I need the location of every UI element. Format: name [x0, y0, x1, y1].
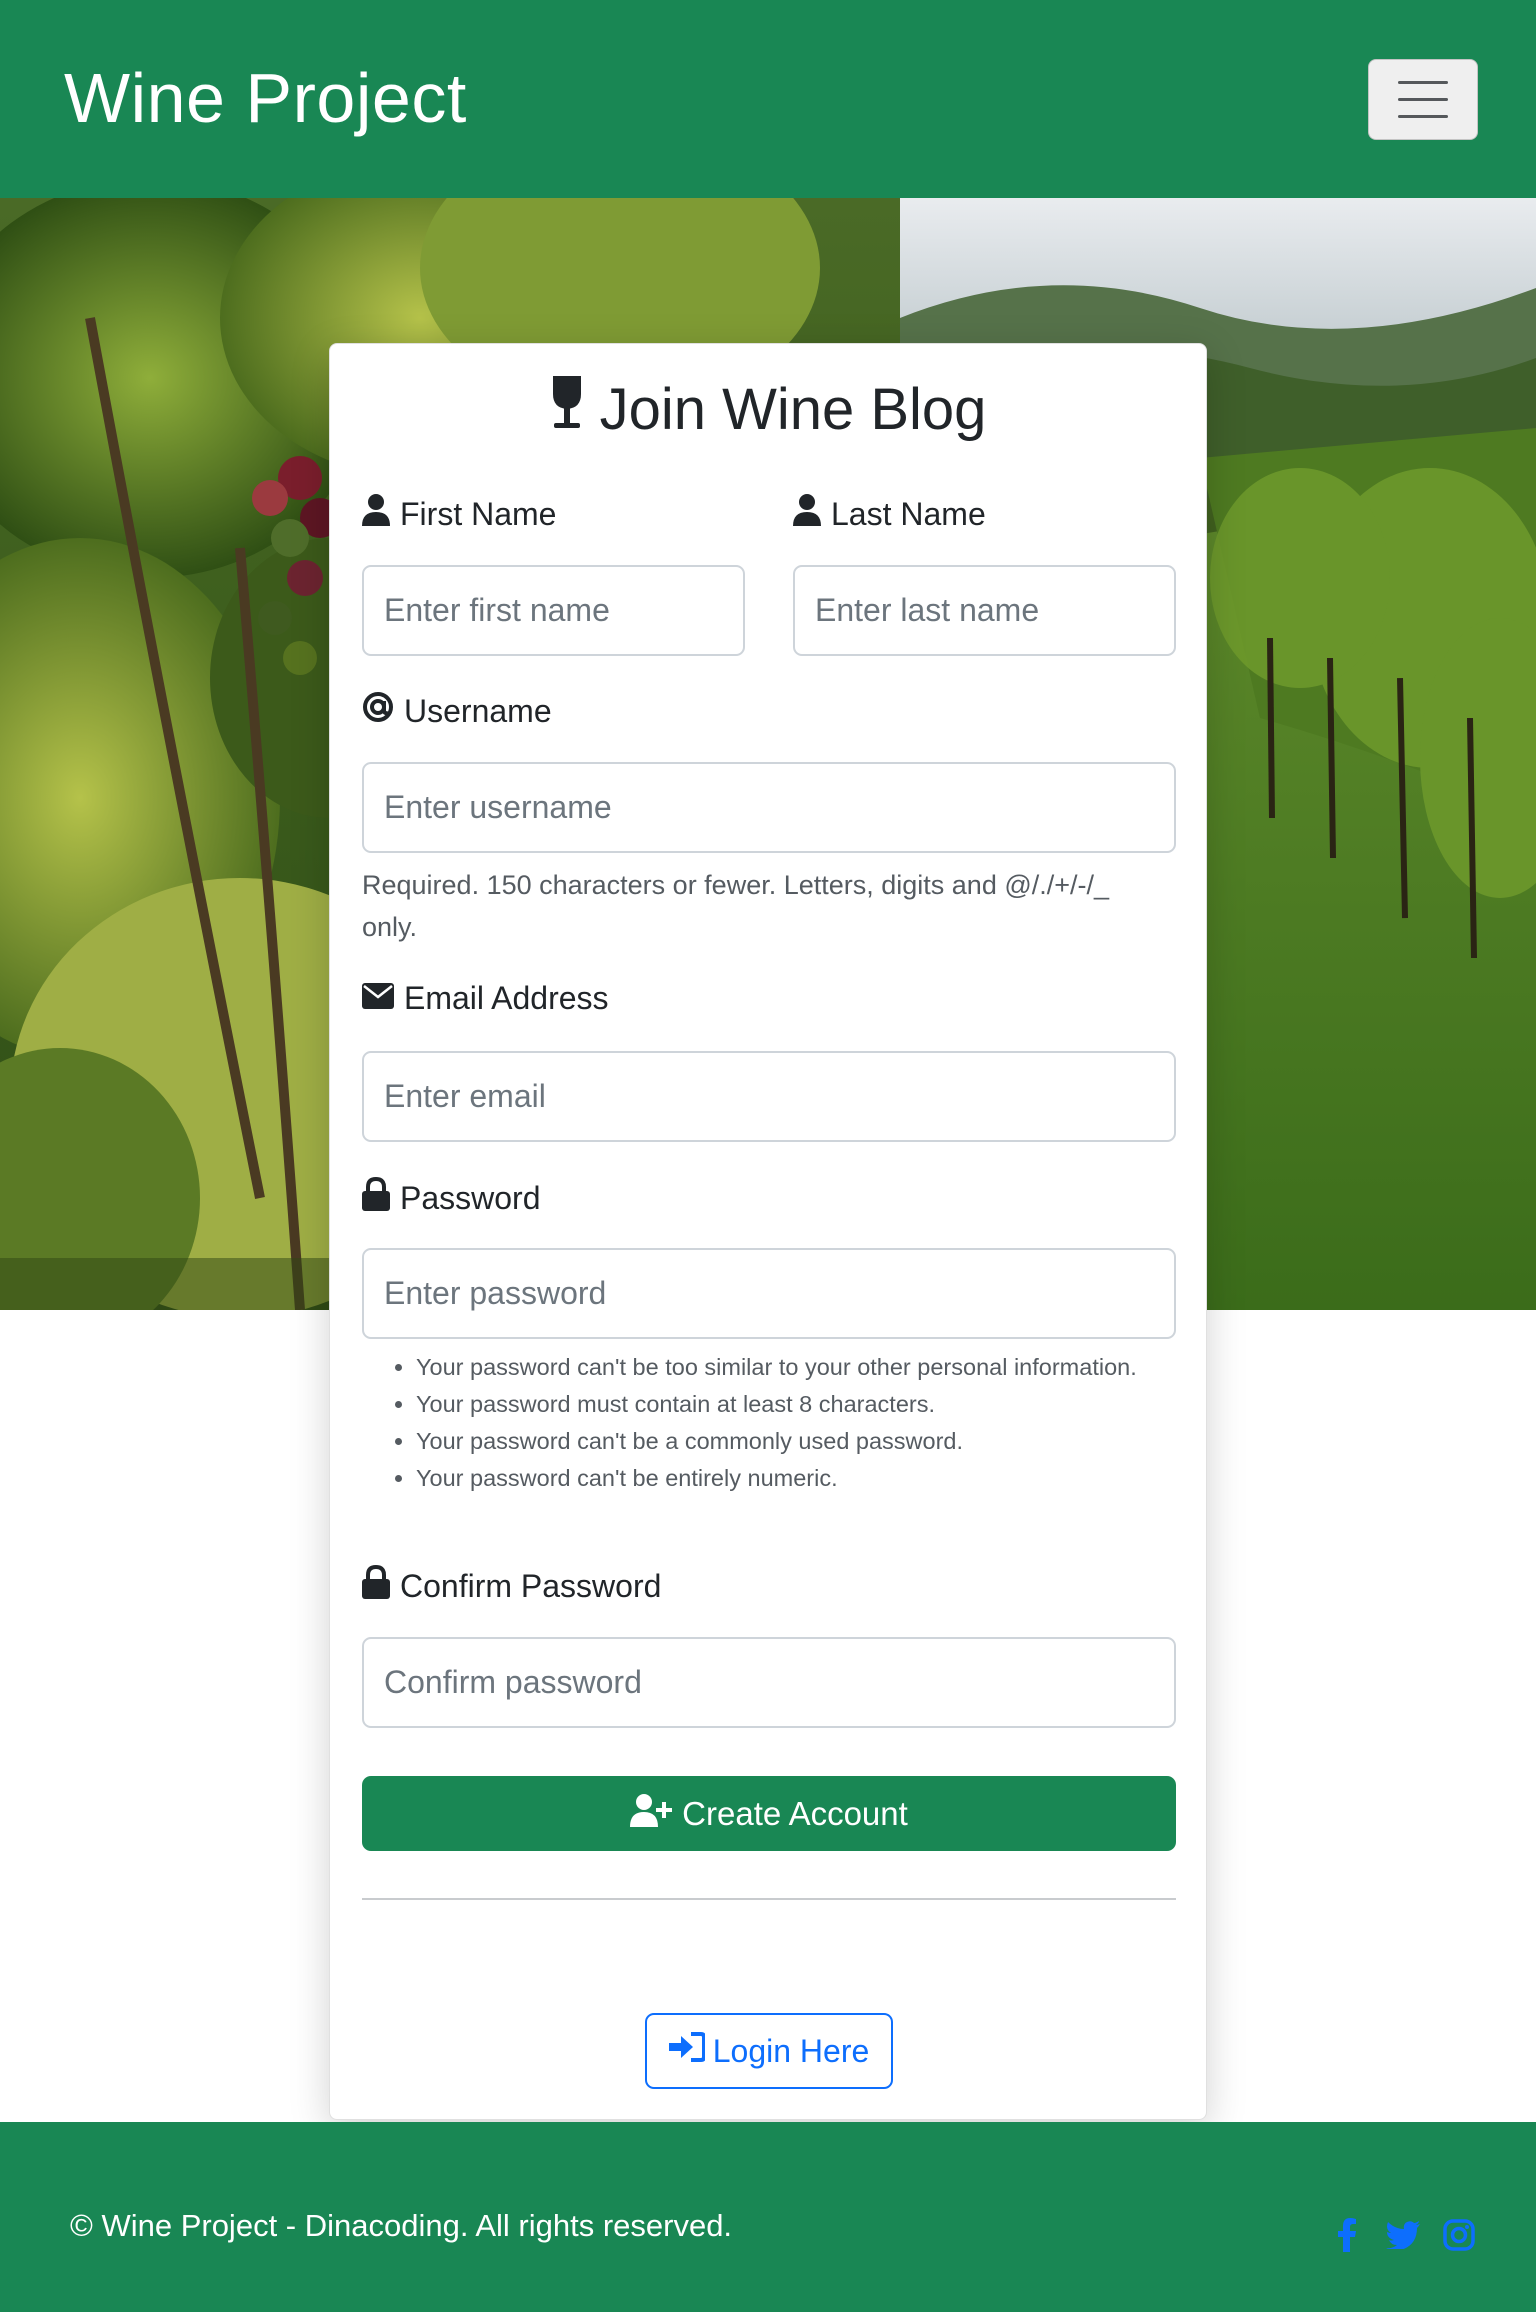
- instagram-icon[interactable]: [1442, 2218, 1476, 2252]
- user-icon: [362, 494, 390, 534]
- create-account-button[interactable]: Create Account: [362, 1776, 1176, 1851]
- card-title: Join Wine Blog: [330, 374, 1206, 444]
- at-sign-icon: [362, 691, 394, 731]
- user-plus-icon: [630, 1793, 673, 1835]
- divider: [362, 1898, 1176, 1900]
- user-icon: [793, 494, 821, 534]
- envelope-icon: [362, 980, 394, 1017]
- navbar: Wine Project: [0, 0, 1536, 198]
- login-here-button[interactable]: Login Here: [645, 2013, 893, 2089]
- email-label: Email Address: [362, 980, 609, 1017]
- facebook-icon[interactable]: [1330, 2218, 1364, 2252]
- password-label: Password: [362, 1176, 541, 1219]
- confirm-password-input[interactable]: [362, 1637, 1176, 1728]
- username-input[interactable]: [362, 762, 1176, 853]
- confirm-password-label: Confirm Password: [362, 1564, 661, 1607]
- username-help-text: Required. 150 characters or fewer. Lette…: [362, 870, 1110, 942]
- twitter-icon[interactable]: [1386, 2218, 1420, 2252]
- email-input[interactable]: [362, 1051, 1176, 1142]
- list-item: Your password must contain at least 8 ch…: [416, 1386, 1176, 1423]
- password-rules-list: Your password can't be too similar to yo…: [376, 1349, 1176, 1497]
- list-item: Your password can't be entirely numeric.: [416, 1460, 1176, 1497]
- register-card: Join Wine Blog First Name Last Name User…: [329, 343, 1207, 2120]
- hamburger-menu-icon: [1398, 80, 1448, 84]
- list-item: Your password can't be too similar to yo…: [416, 1349, 1176, 1386]
- password-input[interactable]: [362, 1248, 1176, 1339]
- last-name-input[interactable]: [793, 565, 1176, 656]
- card-title-text: Join Wine Blog: [599, 376, 987, 442]
- lock-icon: [362, 1564, 390, 1607]
- sign-in-icon: [668, 2032, 706, 2070]
- first-name-label: First Name: [362, 494, 556, 534]
- list-item: Your password can't be a commonly used p…: [416, 1423, 1176, 1460]
- navbar-toggler-button[interactable]: [1368, 58, 1478, 140]
- last-name-label: Last Name: [793, 494, 986, 534]
- first-name-input[interactable]: [362, 565, 745, 656]
- brand-link[interactable]: Wine Project: [64, 58, 467, 138]
- username-label: Username: [362, 691, 552, 731]
- copyright-text: © Wine Project - Dinacoding. All rights …: [70, 2208, 733, 2243]
- lock-icon: [362, 1176, 390, 1219]
- social-links: [1330, 2218, 1476, 2252]
- wine-glass-icon: [550, 374, 584, 444]
- footer: © Wine Project - Dinacoding. All rights …: [0, 2122, 1536, 2312]
